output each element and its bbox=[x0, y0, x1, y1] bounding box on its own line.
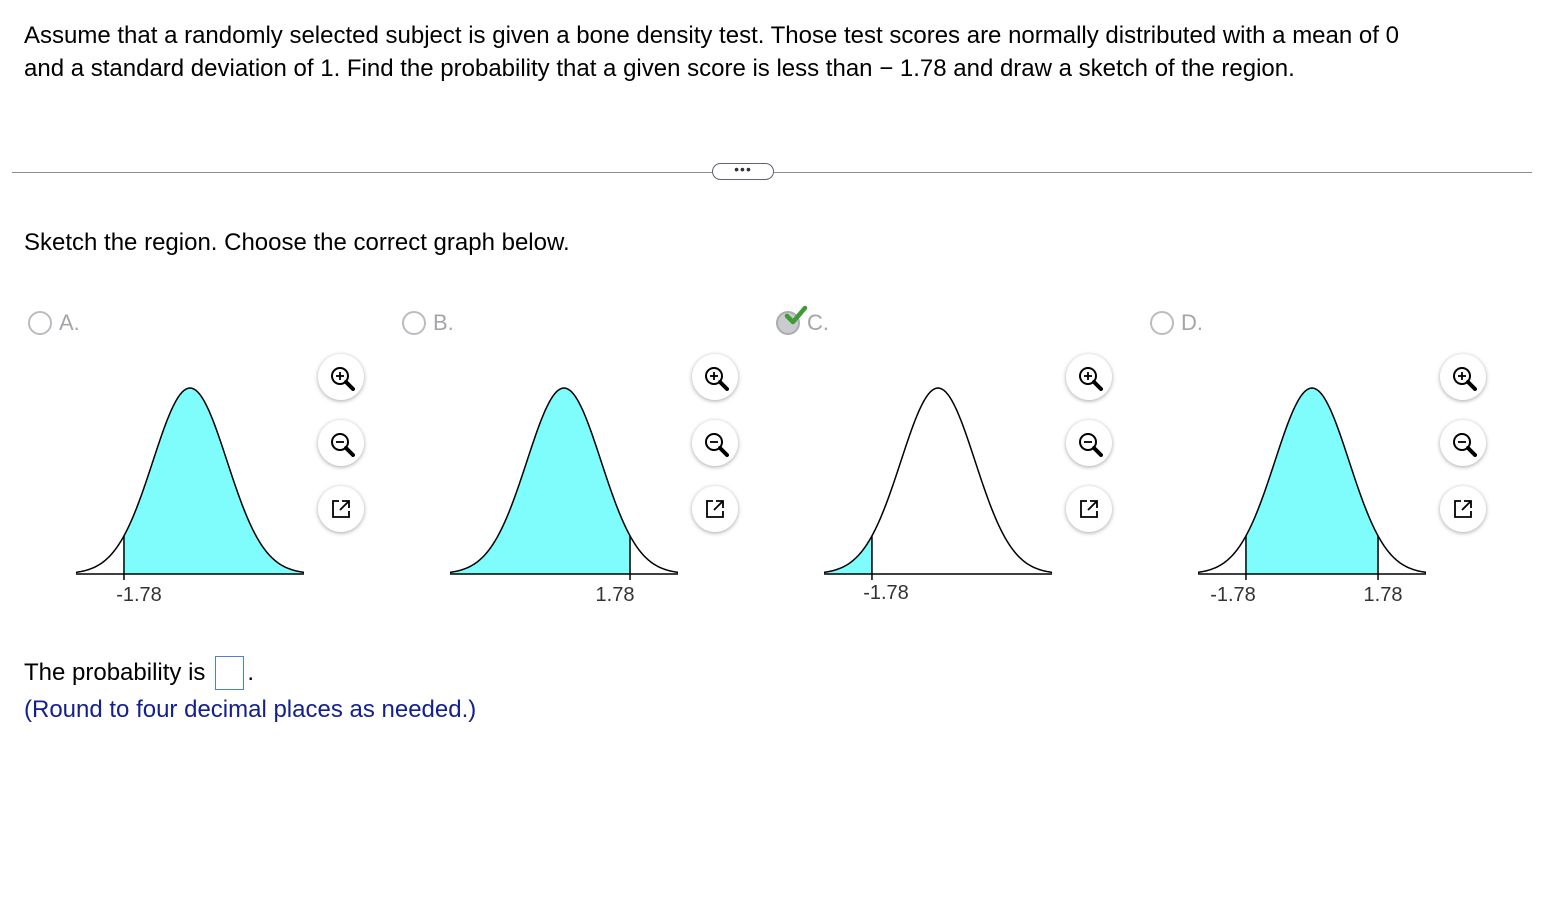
expand-icon bbox=[704, 498, 726, 520]
instruction-text: Sketch the region. Choose the correct gr… bbox=[24, 229, 570, 256]
option-c-tick-label: -1.78 bbox=[863, 582, 909, 604]
option-a-zoom-out-button[interactable] bbox=[318, 420, 364, 466]
option-d-radio[interactable] bbox=[1150, 311, 1174, 335]
option-b-zoom-out-button[interactable] bbox=[692, 420, 738, 466]
option-b-expand-button[interactable] bbox=[692, 486, 738, 532]
answer-prefix: The probability is bbox=[24, 659, 206, 686]
option-a-select[interactable]: A. bbox=[28, 309, 80, 337]
zoom-out-icon bbox=[327, 429, 355, 457]
question-line-1: Assume that a randomly selected subject … bbox=[24, 22, 1399, 49]
option-d-zoom-in-button[interactable] bbox=[1440, 354, 1486, 400]
expand-icon bbox=[1078, 498, 1100, 520]
shaded-region bbox=[1245, 388, 1379, 574]
probability-input[interactable] bbox=[215, 656, 245, 690]
option-d-expand-button[interactable] bbox=[1440, 486, 1486, 532]
answer-suffix: . bbox=[247, 659, 255, 686]
option-c-graph bbox=[824, 387, 1052, 580]
option-b-label: B. bbox=[433, 310, 454, 335]
expand-icon bbox=[330, 498, 352, 520]
zoom-out-icon bbox=[701, 429, 729, 457]
option-b-zoom-in-button[interactable] bbox=[692, 354, 738, 400]
normal-curve bbox=[824, 387, 1052, 574]
checkmark-icon bbox=[784, 305, 808, 325]
show-more-button[interactable]: ••• bbox=[712, 162, 774, 180]
option-b-graph bbox=[450, 387, 678, 580]
option-d-graph bbox=[1198, 387, 1426, 580]
option-a-zoom-in-button[interactable] bbox=[318, 354, 364, 400]
shaded-region bbox=[123, 388, 304, 574]
option-a-radio[interactable] bbox=[28, 311, 52, 335]
expand-icon bbox=[1452, 498, 1474, 520]
option-a-label: A. bbox=[59, 310, 80, 335]
option-a: A. -1.78 bbox=[28, 290, 400, 620]
question-line-2: and a standard deviation of 1. Find the … bbox=[24, 55, 1295, 82]
option-c: C. -1.78 bbox=[776, 290, 1148, 620]
option-b-radio[interactable] bbox=[402, 311, 426, 335]
option-d-tick-label-right: 1.78 bbox=[1363, 584, 1403, 606]
option-d-label: D. bbox=[1181, 310, 1203, 335]
option-a-tick-label: -1.78 bbox=[116, 584, 162, 606]
zoom-in-icon bbox=[701, 363, 729, 391]
option-b: B. 1.78 bbox=[402, 290, 774, 620]
option-d-select[interactable]: D. bbox=[1150, 309, 1203, 337]
option-b-select[interactable]: B. bbox=[402, 309, 454, 337]
answer-line: The probability is . bbox=[24, 656, 254, 690]
option-c-label: C. bbox=[807, 310, 829, 335]
zoom-out-icon bbox=[1075, 429, 1103, 457]
option-c-select[interactable]: C. bbox=[776, 305, 829, 337]
zoom-in-icon bbox=[1075, 363, 1103, 391]
option-a-graph bbox=[76, 387, 304, 580]
zoom-in-icon bbox=[1449, 363, 1477, 391]
option-c-radio[interactable] bbox=[776, 305, 808, 335]
question-text: Assume that a randomly selected subject … bbox=[24, 19, 1524, 85]
zoom-in-icon bbox=[327, 363, 355, 391]
shaded-region bbox=[824, 535, 872, 574]
option-d: D. -1.78 1.78 bbox=[1150, 290, 1522, 620]
option-c-zoom-in-button[interactable] bbox=[1066, 354, 1112, 400]
option-c-zoom-out-button[interactable] bbox=[1066, 420, 1112, 466]
option-d-zoom-out-button[interactable] bbox=[1440, 420, 1486, 466]
option-b-tick-label: 1.78 bbox=[595, 584, 635, 606]
option-c-expand-button[interactable] bbox=[1066, 486, 1112, 532]
option-d-tick-label-left: -1.78 bbox=[1210, 584, 1256, 606]
shaded-region bbox=[450, 388, 631, 574]
zoom-out-icon bbox=[1449, 429, 1477, 457]
option-a-expand-button[interactable] bbox=[318, 486, 364, 532]
rounding-hint: (Round to four decimal places as needed.… bbox=[24, 696, 477, 723]
